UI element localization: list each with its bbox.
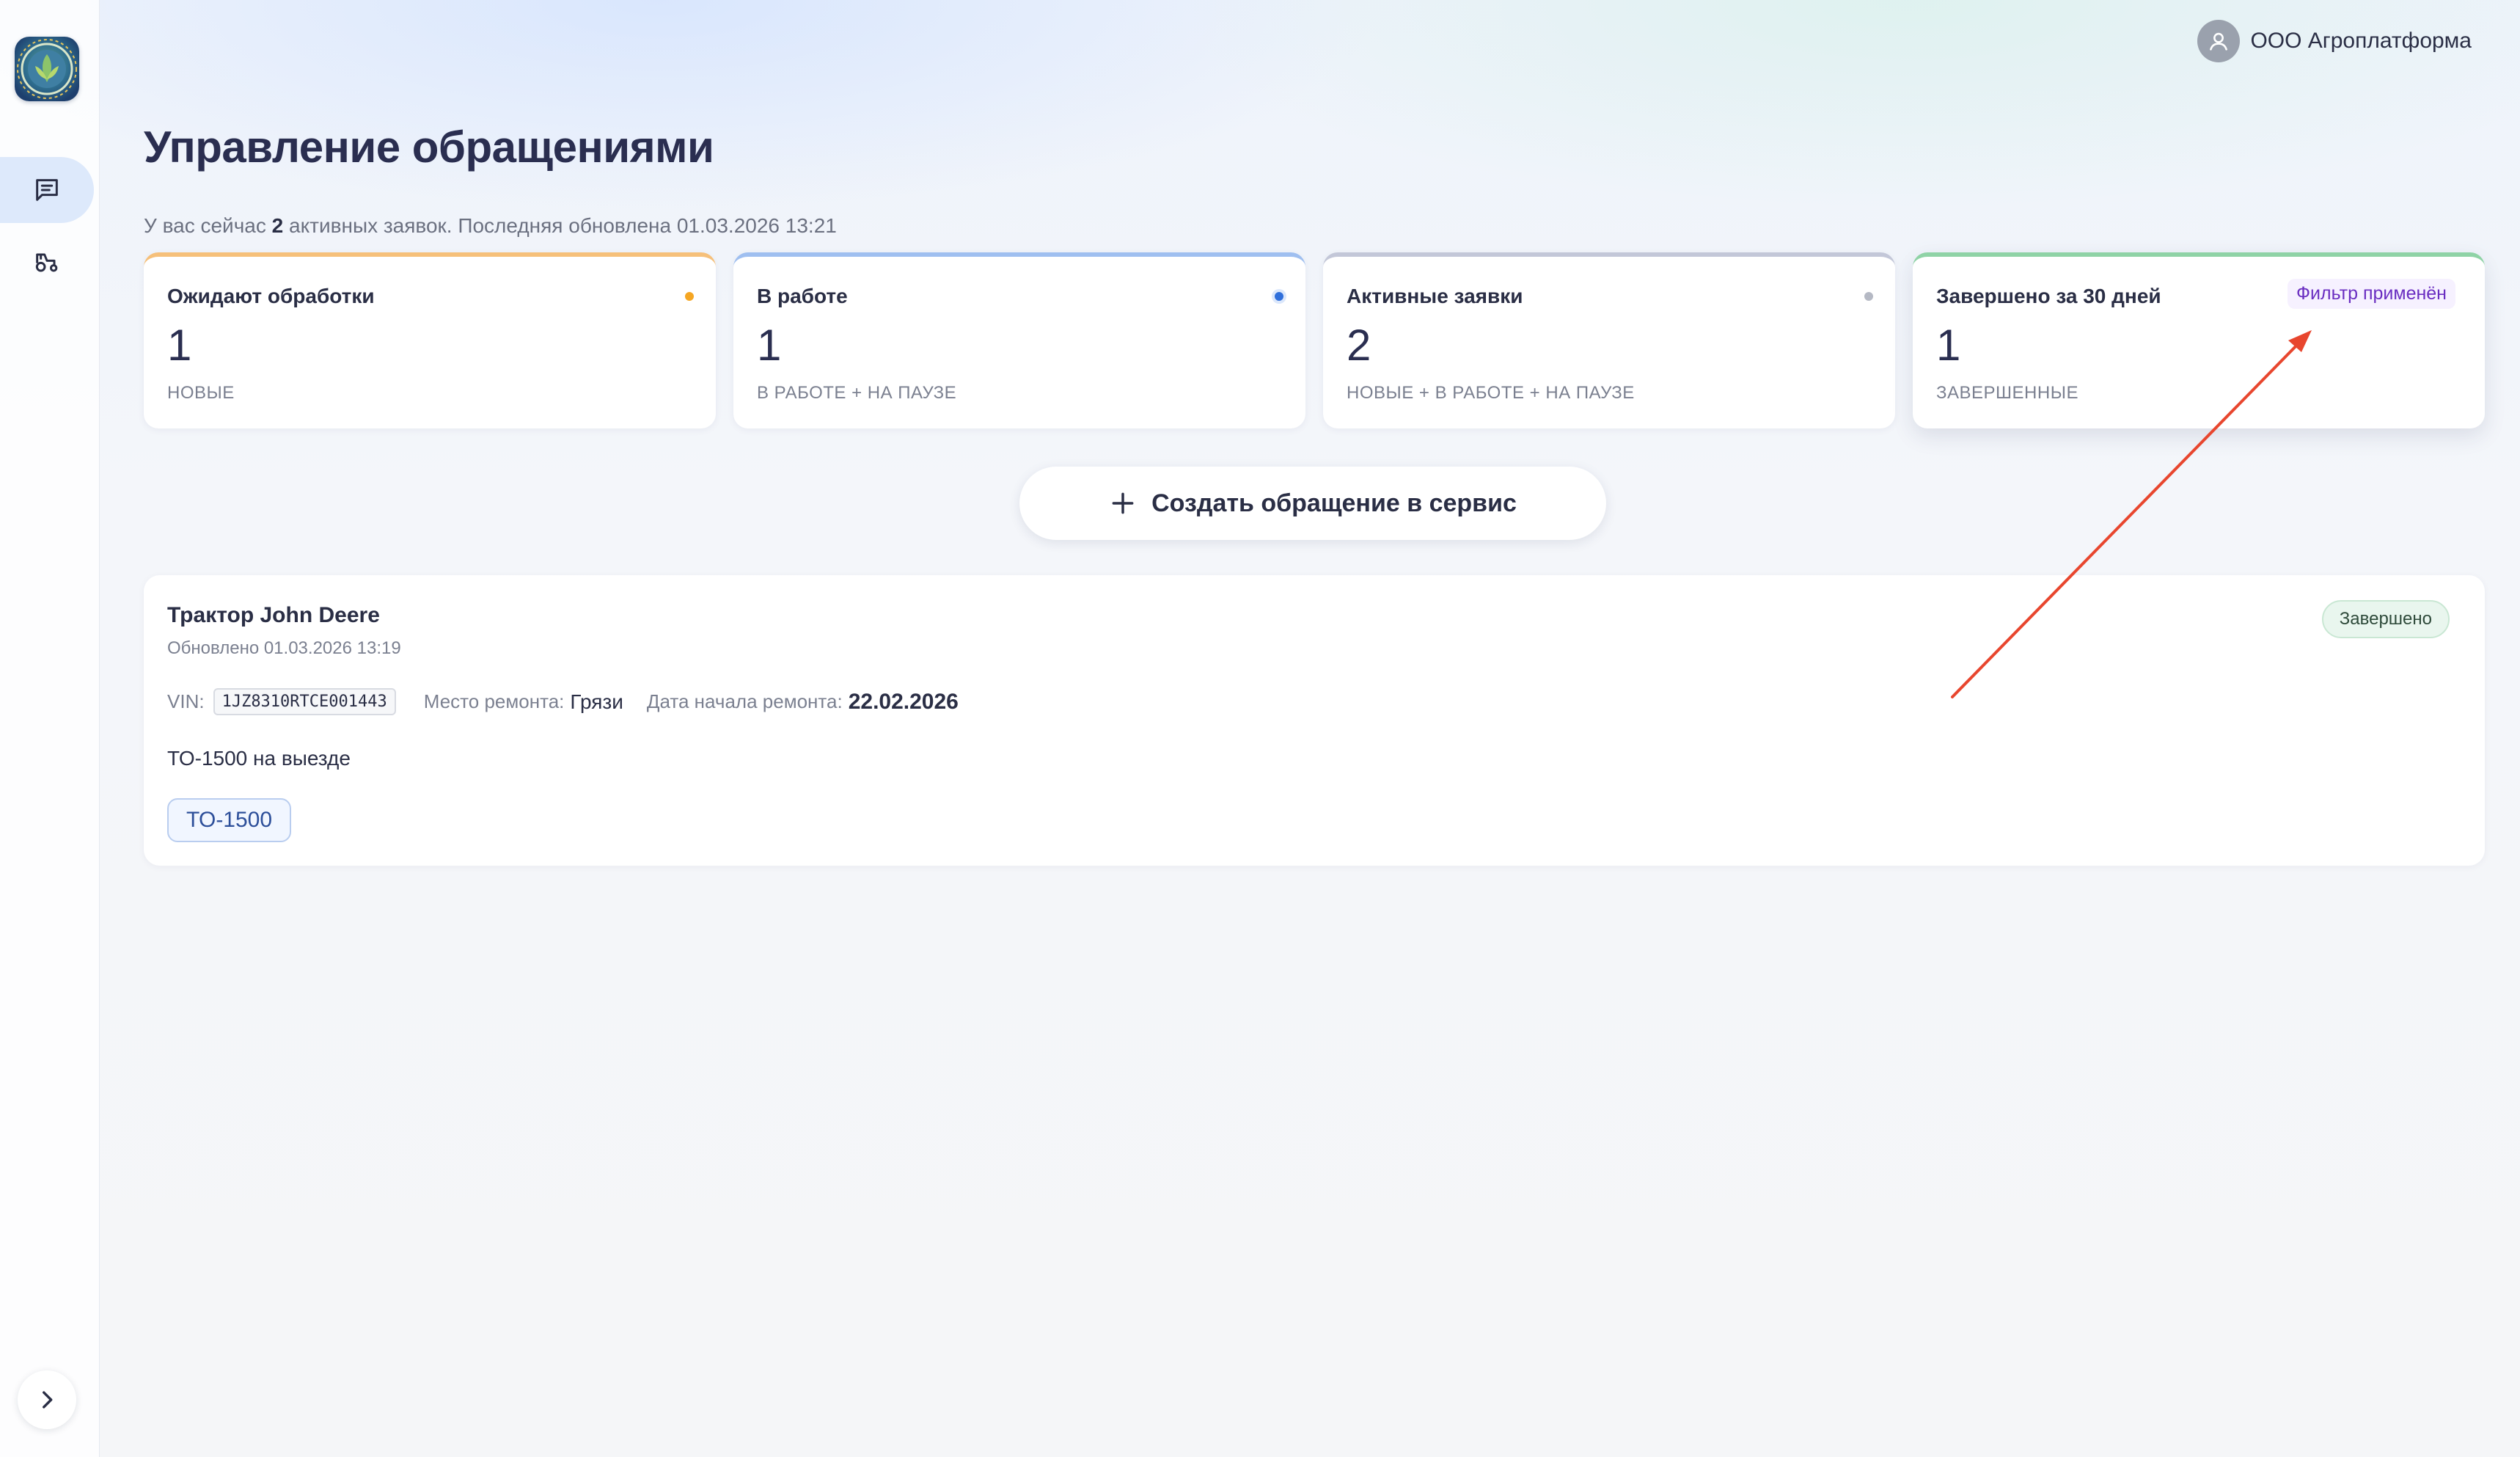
active-count: 2 bbox=[271, 214, 284, 237]
place-label: Место ремонта: bbox=[423, 690, 565, 712]
stat-card-in-progress[interactable]: В работе 1 В РАБОТЕ + НА ПАУЗЕ bbox=[733, 252, 1305, 428]
place-value: Грязи bbox=[570, 690, 623, 713]
stats-row: Ожидают обработки 1 НОВЫЕ В работе 1 В Р… bbox=[144, 252, 2485, 430]
stat-caption: В РАБОТЕ + НА ПАУЗЕ bbox=[757, 383, 957, 403]
request-meta: VIN: 1JZ8310RTCE001443 Место ремонта: Гр… bbox=[167, 688, 959, 715]
status-dot bbox=[1864, 292, 1873, 301]
stat-caption: НОВЫЕ bbox=[167, 383, 235, 403]
stat-label: Завершено за 30 дней bbox=[1936, 285, 2161, 307]
stat-value: 1 bbox=[757, 321, 782, 370]
status-badge: Завершено bbox=[2321, 600, 2450, 638]
page-subtitle: У вас сейчас 2 активных заявок. Последня… bbox=[144, 214, 837, 238]
chevron-right-icon bbox=[43, 1391, 53, 1409]
user-menu[interactable]: ООО Агроплатформа bbox=[2197, 19, 2472, 63]
create-request-label: Создать обращение в сервис bbox=[1151, 489, 1517, 517]
app-logo-emblem bbox=[17, 39, 77, 99]
request-description: ТО-1500 на выезде bbox=[167, 747, 351, 770]
subtitle-prefix: У вас сейчас bbox=[144, 214, 272, 237]
stat-card-completed[interactable]: Завершено за 30 дней Фильтр применён 1 З… bbox=[1913, 252, 2485, 428]
user-name: ООО Агроплатформа bbox=[2250, 29, 2472, 53]
plus-icon bbox=[1112, 492, 1134, 514]
sidebar-item-tractors[interactable] bbox=[0, 229, 94, 295]
vin-value: 1JZ8310RTCE001443 bbox=[213, 688, 396, 715]
stat-value: 1 bbox=[1936, 321, 1961, 370]
status-dot bbox=[685, 292, 694, 301]
stat-caption: НОВЫЕ + В РАБОТЕ + НА ПАУЗЕ bbox=[1347, 383, 1635, 403]
stat-card-pending[interactable]: Ожидают обработки 1 НОВЫЕ bbox=[144, 252, 716, 428]
status-dot bbox=[1275, 292, 1283, 301]
stat-label: В работе bbox=[757, 285, 848, 307]
request-tag[interactable]: ТО-1500 bbox=[167, 798, 292, 842]
request-updated: Обновлено 01.03.2026 13:19 bbox=[167, 638, 401, 658]
subtitle-suffix: активных заявок. Последняя обновлена 01.… bbox=[283, 214, 837, 237]
date-label: Дата начала ремонта: bbox=[646, 690, 843, 712]
avatar[interactable] bbox=[2197, 20, 2241, 62]
page-title: Управление обращениями bbox=[144, 123, 714, 172]
sidebar bbox=[0, 0, 100, 1457]
stat-label: Активные заявки bbox=[1347, 285, 1523, 307]
user-icon bbox=[2210, 32, 2228, 51]
date-value: 22.02.2026 bbox=[848, 689, 959, 714]
sidebar-item-requests[interactable] bbox=[0, 157, 94, 223]
stat-value: 2 bbox=[1347, 321, 1371, 370]
vin-label: VIN: bbox=[167, 690, 205, 712]
request-card[interactable]: Трактор John Deere Обновлено 01.03.2026 … bbox=[144, 575, 2485, 866]
create-request-button[interactable]: Создать обращение в сервис bbox=[1019, 467, 1606, 540]
stat-card-active[interactable]: Активные заявки 2 НОВЫЕ + В РАБОТЕ + НА … bbox=[1323, 252, 1895, 428]
app-logo[interactable] bbox=[15, 37, 79, 101]
filter-applied-badge: Фильтр применён bbox=[2288, 279, 2455, 309]
stat-label: Ожидают обработки bbox=[167, 285, 375, 307]
stat-value: 1 bbox=[167, 321, 192, 370]
chat-list-icon bbox=[36, 179, 58, 201]
sidebar-expand-button[interactable] bbox=[18, 1370, 76, 1429]
stat-caption: ЗАВЕРШЕННЫЕ bbox=[1936, 383, 2078, 403]
tractor-icon bbox=[35, 253, 58, 272]
request-title: Трактор John Deere bbox=[167, 603, 380, 627]
